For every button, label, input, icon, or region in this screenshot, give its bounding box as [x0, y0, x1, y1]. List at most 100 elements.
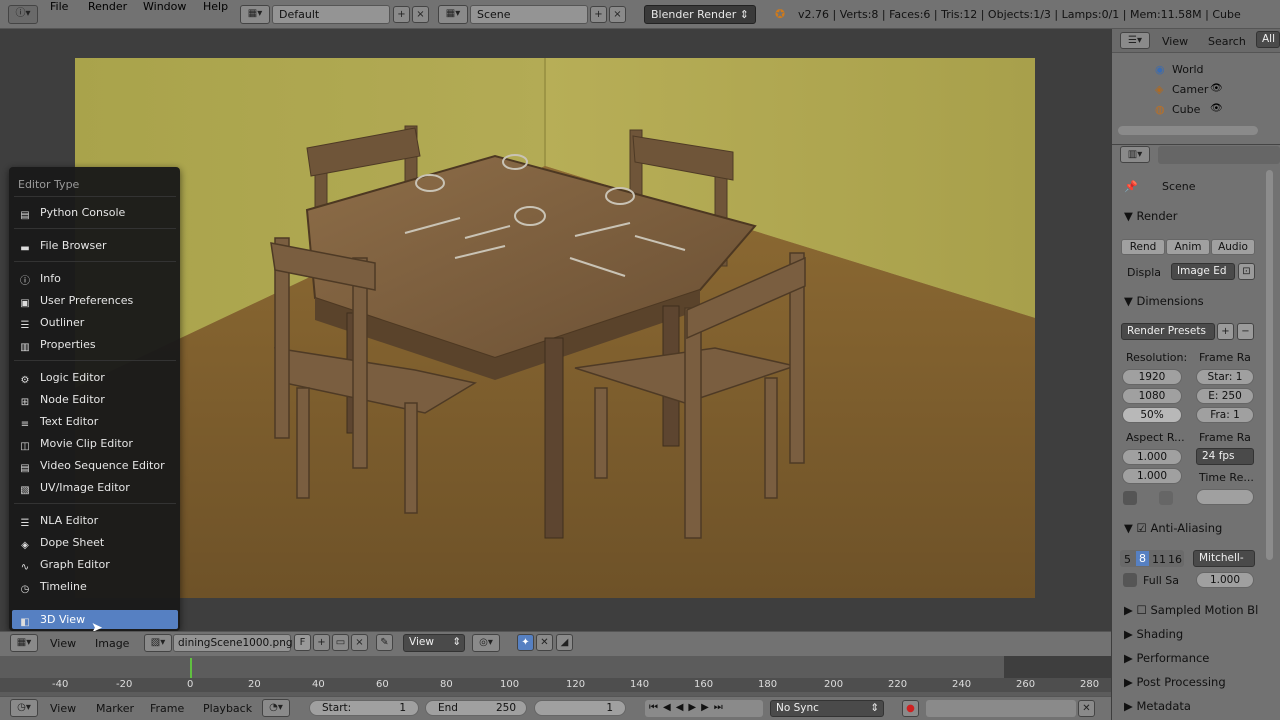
timeline-menu-marker[interactable]: Marker — [96, 702, 134, 715]
menu-help[interactable]: Help — [203, 0, 228, 13]
editor-type-info-button[interactable]: ⓘ▾ — [8, 5, 38, 24]
resolution-x-field[interactable]: 1920 — [1122, 369, 1182, 385]
crop-checkbox[interactable] — [1159, 491, 1173, 505]
frame-start-field[interactable]: Star: 1 — [1196, 369, 1254, 385]
render-clear-icon[interactable]: ✕ — [536, 634, 553, 651]
timeline-menu-playback[interactable]: Playback — [203, 702, 252, 715]
render-engine-dropdown[interactable]: Blender Render ⇕ — [644, 5, 756, 24]
start-frame-field[interactable]: Start: 1 — [309, 700, 419, 716]
view-mode-dropdown[interactable]: View ⇕ — [403, 634, 465, 652]
render-curve-icon[interactable]: ◢ — [556, 634, 573, 651]
menu-window[interactable]: Window — [143, 0, 186, 13]
section-dimensions[interactable]: ▼ Dimensions — [1124, 294, 1204, 308]
end-frame-field[interactable]: End 250 — [425, 700, 527, 716]
scene-field[interactable]: Scene — [470, 5, 588, 24]
current-frame-field[interactable]: 1 — [534, 700, 626, 716]
fake-user-button[interactable]: F — [294, 634, 311, 651]
menu-item-node-editor[interactable]: ⊞ Node Editor — [18, 393, 105, 411]
menu-item-movie-clip-editor[interactable]: ◫ Movie Clip Editor — [18, 437, 133, 455]
resolution-percent-slider[interactable]: 50% — [1122, 407, 1182, 423]
pivot-icon[interactable]: ◎▾ — [472, 634, 500, 652]
render-image-button[interactable]: Rend — [1121, 239, 1165, 255]
properties-context-tabs[interactable] — [1158, 146, 1280, 164]
menu-item-nla-editor[interactable]: ☰ NLA Editor — [18, 514, 99, 532]
timeline-menu-frame[interactable]: Frame — [150, 702, 184, 715]
add-layout-icon[interactable]: + — [393, 6, 410, 23]
menu-item-properties[interactable]: ▥ Properties — [18, 338, 95, 356]
section-motion-blur[interactable]: ▶ ☐ Sampled Motion Bl — [1124, 603, 1258, 617]
current-frame-line[interactable] — [190, 658, 192, 678]
aa-filter-dropdown[interactable]: Mitchell- — [1193, 550, 1255, 567]
sync-mode-dropdown[interactable]: No Sync ⇕ — [770, 700, 884, 717]
aa-sample-8[interactable]: 8 — [1136, 551, 1149, 566]
section-anti-aliasing[interactable]: ▼ ☑ Anti-Aliasing — [1124, 521, 1222, 535]
aa-sample-16[interactable]: 16 — [1168, 553, 1182, 566]
menu-item-graph-editor[interactable]: ∿ Graph Editor — [18, 558, 110, 576]
render-presets-dropdown[interactable]: Render Presets — [1121, 323, 1215, 340]
outliner-hscroll[interactable] — [1118, 126, 1258, 135]
remove-preset-icon[interactable]: − — [1237, 323, 1254, 340]
outliner-editor-icon[interactable]: ☰▾ — [1120, 32, 1150, 49]
time-remap-field[interactable] — [1196, 489, 1254, 505]
add-scene-icon[interactable]: + — [590, 6, 607, 23]
pin-image-icon[interactable]: ✎ — [376, 634, 393, 651]
display-dropdown[interactable]: Image Ed — [1171, 263, 1235, 280]
open-image-icon[interactable]: ▭ — [332, 634, 349, 651]
outliner-item-camera[interactable]: Camer — [1172, 83, 1208, 96]
new-image-icon[interactable]: + — [313, 634, 330, 651]
menu-item-file-browser[interactable]: ▬ File Browser — [18, 239, 106, 257]
timeline-editor-type-icon[interactable]: ◷▾ — [10, 699, 38, 717]
remove-layout-icon[interactable]: × — [412, 6, 429, 23]
outliner-display-dropdown[interactable]: All — [1256, 31, 1280, 48]
remove-scene-icon[interactable]: × — [609, 6, 626, 23]
section-metadata[interactable]: ▶ Metadata — [1124, 699, 1191, 713]
render-audio-button[interactable]: Audio — [1211, 239, 1255, 255]
playback-controls[interactable]: ⏮◀◀▶▶⏭ — [645, 700, 763, 717]
image-editor-type-icon[interactable]: ▦▾ — [10, 634, 38, 652]
resolution-y-field[interactable]: 1080 — [1122, 388, 1182, 404]
frame-step-field[interactable]: Fra: 1 — [1196, 407, 1254, 423]
layout-icon[interactable]: ▦▾ — [240, 5, 270, 24]
menu-item-3d-view[interactable]: ◧ 3D View — [18, 613, 85, 631]
render-animation-button[interactable]: Anim — [1166, 239, 1210, 255]
menu-item-uv-image-editor[interactable]: ▧ UV/Image Editor — [18, 481, 130, 499]
section-shading[interactable]: ▶ Shading — [1124, 627, 1183, 641]
menu-item-user-preferences[interactable]: ▣ User Preferences — [18, 294, 133, 312]
menu-item-video-sequence-editor[interactable]: ▤ Video Sequence Editor — [18, 459, 164, 477]
outliner-menu-search[interactable]: Search — [1208, 35, 1246, 48]
scene-icon[interactable]: ▦▾ — [438, 5, 468, 24]
timeline-menu-view[interactable]: View — [50, 702, 76, 715]
aa-sample-5[interactable]: 5 — [1124, 553, 1131, 566]
outliner-menu-view[interactable]: View — [1162, 35, 1188, 48]
menu-item-dope-sheet[interactable]: ◈ Dope Sheet — [18, 536, 104, 554]
aa-sample-11[interactable]: 11 — [1152, 553, 1166, 566]
image-name-field[interactable]: diningScene1000.png — [173, 634, 293, 652]
properties-scrollbar[interactable] — [1266, 170, 1273, 560]
record-icon[interactable]: ● — [902, 700, 919, 717]
aspect-x-field[interactable]: 1.000 — [1122, 449, 1182, 465]
menu-render[interactable]: Render — [88, 0, 127, 13]
full-sample-checkbox[interactable] — [1123, 573, 1137, 587]
frame-end-field[interactable]: E: 250 — [1196, 388, 1254, 404]
unlink-image-icon[interactable]: × — [351, 634, 368, 651]
outliner-item-cube[interactable]: Cube — [1172, 103, 1200, 116]
section-performance[interactable]: ▶ Performance — [1124, 651, 1209, 665]
preview-range-icon[interactable]: ◔▾ — [262, 699, 290, 717]
keying-set-field[interactable] — [926, 700, 1076, 717]
filter-size-field[interactable]: 1.000 — [1196, 572, 1254, 588]
render-slot-icon[interactable]: ✦ — [517, 634, 534, 651]
visibility-eye-icon[interactable]: 👁 — [1210, 83, 1223, 94]
aspect-y-field[interactable]: 1.000 — [1122, 468, 1182, 484]
outliner-item-world[interactable]: World — [1172, 63, 1204, 76]
pin-icon[interactable]: 📌 — [1124, 180, 1138, 193]
menu-item-outliner[interactable]: ☰ Outliner — [18, 316, 85, 334]
section-post-processing[interactable]: ▶ Post Processing — [1124, 675, 1226, 689]
image-menu-image[interactable]: Image — [95, 637, 129, 650]
image-menu-view[interactable]: View — [50, 637, 76, 650]
add-preset-icon[interactable]: + — [1217, 323, 1234, 340]
menu-file[interactable]: File — [50, 0, 68, 13]
border-checkbox[interactable] — [1123, 491, 1137, 505]
fps-dropdown[interactable]: 24 fps — [1196, 448, 1254, 465]
lock-icon[interactable]: ⊡ — [1238, 263, 1255, 280]
keyframe-remove-icon[interactable]: ✕ — [1078, 700, 1095, 717]
